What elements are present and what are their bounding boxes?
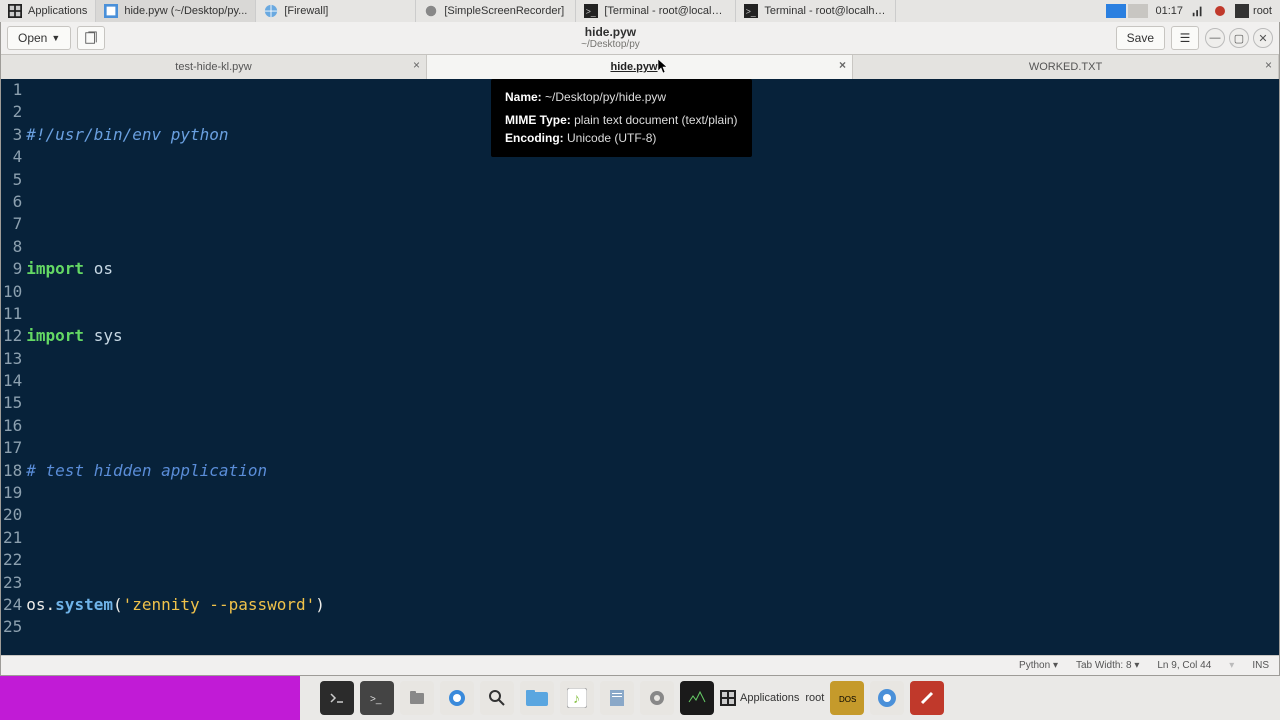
bottom-panel: >_ ♪ Applications root DOS: [0, 676, 1280, 720]
titlebar: Open▼ hide.pyw ~/Desktop/py Save ☰ — ▢ ✕: [1, 22, 1279, 55]
tab-hide[interactable]: hide.pyw×: [427, 55, 853, 79]
record-icon: [424, 4, 438, 18]
system-tray: 01:17 root: [1098, 4, 1280, 18]
window-title: hide.pyw ~/Desktop/py: [111, 26, 1109, 50]
dock-app-red[interactable]: [910, 681, 944, 715]
mouse-cursor: [658, 59, 669, 75]
workspace-switcher[interactable]: [1106, 4, 1148, 18]
svg-text:♪: ♪: [573, 690, 580, 706]
svg-text:>_: >_: [370, 694, 382, 705]
dock-notes[interactable]: [600, 681, 634, 715]
save-button[interactable]: Save: [1116, 26, 1165, 50]
maximize-button[interactable]: ▢: [1229, 28, 1249, 48]
dock-search[interactable]: [480, 681, 514, 715]
taskbar-item-ssr[interactable]: [SimpleScreenRecorder]: [416, 0, 576, 22]
taskbar-item-firewall[interactable]: [Firewall]: [256, 0, 416, 22]
svg-text:DOS: DOS: [839, 695, 856, 704]
close-icon[interactable]: ×: [839, 58, 846, 72]
hamburger-menu[interactable]: ☰: [1171, 26, 1199, 50]
minimize-button[interactable]: —: [1205, 28, 1225, 48]
terminal-icon: >_: [584, 4, 598, 18]
code-editor[interactable]: 1234567891011121314151617181920212223242…: [1, 79, 1279, 655]
svg-text:>_: >_: [586, 7, 596, 17]
terminal-icon: >_: [744, 4, 758, 18]
dock-music[interactable]: ♪: [560, 681, 594, 715]
dock: >_ ♪ Applications root DOS: [312, 676, 952, 720]
network-icon[interactable]: [1191, 4, 1205, 18]
new-tab-button[interactable]: [77, 26, 105, 50]
dock-chromium[interactable]: [870, 681, 904, 715]
apps-icon: [8, 4, 22, 18]
user-menu[interactable]: root: [1235, 4, 1272, 18]
insert-mode: INS: [1252, 660, 1269, 671]
desktop-strip: [0, 676, 300, 720]
dock-apps-menu[interactable]: Applications: [720, 681, 799, 715]
record-tray-icon[interactable]: [1213, 4, 1227, 18]
editor-window: Open▼ hide.pyw ~/Desktop/py Save ☰ — ▢ ✕…: [0, 22, 1280, 676]
dock-folder[interactable]: [520, 681, 554, 715]
open-button[interactable]: Open▼: [7, 26, 71, 50]
chevron-down-icon: ▼: [51, 33, 60, 43]
close-icon[interactable]: ×: [413, 58, 420, 72]
top-panel: Applications hide.pyw (~/Desktop/py... […: [0, 0, 1280, 22]
file-info-tooltip: Name: ~/Desktop/py/hide.pyw MIME Type: p…: [491, 79, 752, 157]
line-gutter: 1234567891011121314151617181920212223242…: [1, 79, 26, 655]
language-selector[interactable]: Python ▾: [1019, 660, 1058, 671]
taskbar-item-editor[interactable]: hide.pyw (~/Desktop/py...: [96, 0, 256, 22]
close-button[interactable]: ✕: [1253, 28, 1273, 48]
dock-settings[interactable]: [640, 681, 674, 715]
tabwidth-selector[interactable]: Tab Width: 8 ▾: [1076, 660, 1139, 671]
dock-monitor[interactable]: [680, 681, 714, 715]
dock-dosbox[interactable]: DOS: [830, 681, 864, 715]
status-bar: Python ▾ Tab Width: 8 ▾ Ln 9, Col 44 ▾ I…: [1, 655, 1279, 675]
taskbar-item-terminal1[interactable]: >_ [Terminal - root@localh...]: [576, 0, 736, 22]
dock-root-term[interactable]: [320, 681, 354, 715]
dock-user[interactable]: root: [805, 692, 824, 704]
tab-test-hide[interactable]: test-hide-kl.pyw×: [1, 55, 427, 79]
dock-terminal[interactable]: >_: [360, 681, 394, 715]
applications-menu[interactable]: Applications: [0, 0, 96, 22]
close-icon[interactable]: ×: [1265, 58, 1272, 72]
applications-label: Applications: [28, 5, 87, 17]
globe-icon: [264, 4, 278, 18]
taskbar-item-terminal2[interactable]: >_ Terminal - root@localho...: [736, 0, 896, 22]
tab-worked[interactable]: WORKED.TXT×: [853, 55, 1279, 79]
dock-files[interactable]: [400, 681, 434, 715]
dock-browser[interactable]: [440, 681, 474, 715]
svg-text:>_: >_: [746, 7, 756, 17]
tab-bar: test-hide-kl.pyw× hide.pyw× WORKED.TXT×: [1, 55, 1279, 79]
gedit-icon: [104, 4, 118, 18]
clock[interactable]: 01:17: [1156, 5, 1184, 17]
cursor-position: Ln 9, Col 44: [1157, 660, 1211, 671]
code-content[interactable]: #!/usr/bin/env python import os import s…: [26, 79, 1037, 655]
